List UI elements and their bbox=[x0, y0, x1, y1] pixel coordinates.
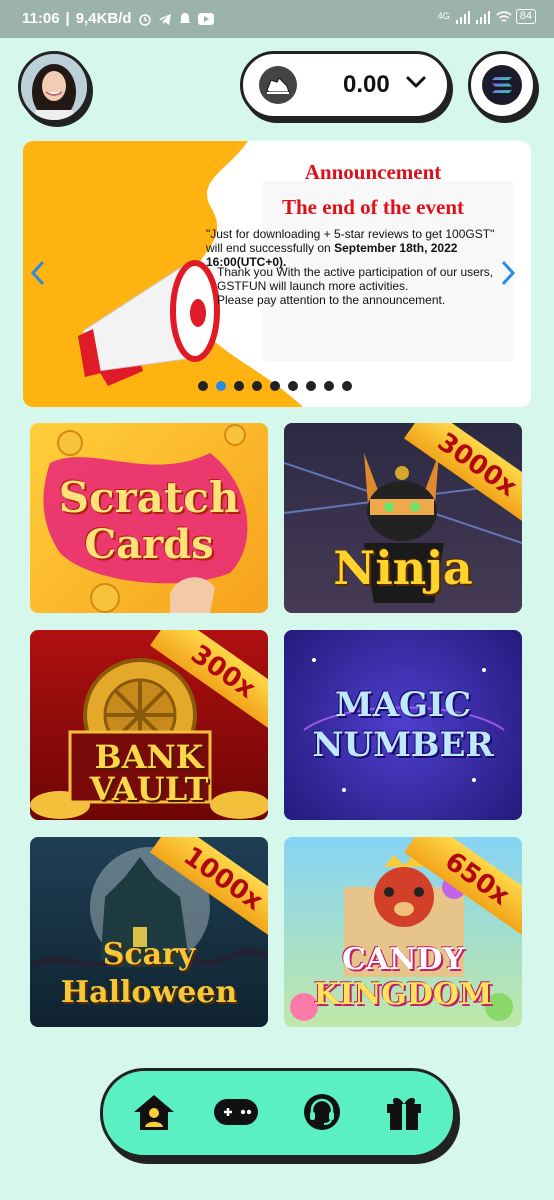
notification-icon bbox=[178, 12, 192, 26]
network-button[interactable] bbox=[468, 51, 536, 119]
home-user-icon bbox=[134, 1095, 174, 1130]
chevron-right-icon bbox=[501, 260, 516, 286]
status-speed: 9,4KB/d bbox=[75, 10, 132, 27]
game-title-line1: MAGIC bbox=[334, 685, 472, 725]
banner-paragraph-2: Thank you With the active participation … bbox=[217, 265, 494, 307]
chevron-down-icon bbox=[405, 74, 427, 95]
banner-title: Announcement bbox=[304, 160, 442, 184]
game-title-line2: VAULT bbox=[89, 770, 209, 808]
pagination-dot[interactable] bbox=[342, 381, 352, 391]
headset-icon bbox=[304, 1094, 340, 1130]
avatar-portrait bbox=[21, 54, 87, 120]
youtube-icon bbox=[197, 12, 214, 26]
pagination-dot[interactable] bbox=[198, 381, 208, 391]
banner-next-arrow[interactable] bbox=[499, 259, 517, 295]
game-card-scary-halloween[interactable]: Scary Halloween 1000x bbox=[30, 837, 268, 1027]
game-title-line2: Cards bbox=[84, 521, 214, 568]
shoe-token-icon bbox=[259, 66, 297, 104]
pagination-dot[interactable] bbox=[252, 381, 262, 391]
banner-paragraph-1: "Just for downloading + 5-star reviews t… bbox=[206, 227, 495, 269]
banner-prev-arrow[interactable] bbox=[29, 259, 47, 295]
solana-icon bbox=[482, 65, 522, 105]
game-card-scratch-cards[interactable]: Scratch Cards bbox=[30, 423, 268, 613]
game-title-line1: Scratch bbox=[58, 473, 240, 522]
nav-rewards-button[interactable] bbox=[379, 1087, 429, 1137]
balance-selector[interactable]: 0.00 bbox=[240, 51, 450, 119]
alarm-icon bbox=[138, 12, 152, 26]
gift-icon bbox=[387, 1097, 421, 1130]
signal-icon-2 bbox=[475, 10, 490, 24]
balance-amount: 0.00 bbox=[343, 71, 390, 98]
telegram-icon bbox=[158, 12, 172, 26]
pagination-dot[interactable] bbox=[288, 381, 298, 391]
game-card-ninja[interactable]: Ninja 3000x bbox=[284, 423, 522, 613]
battery-indicator: 84 bbox=[515, 9, 536, 24]
game-title-line1: CANDY bbox=[341, 942, 464, 977]
announcement-banner[interactable]: Announcement The end of the event "Just … bbox=[23, 141, 531, 407]
pagination-dot[interactable] bbox=[306, 381, 316, 391]
nav-support-button[interactable] bbox=[297, 1087, 347, 1137]
game-title-line1: Ninja bbox=[333, 541, 473, 595]
status-bar: 11:06 | 9,4KB/d 4G 84 bbox=[0, 0, 554, 38]
pagination-dot[interactable] bbox=[324, 381, 334, 391]
game-card-bank-vault[interactable]: BANK VAULT 300x bbox=[30, 630, 268, 820]
game-card-magic-number[interactable]: MAGIC NUMBER bbox=[284, 630, 522, 820]
banner-pagination bbox=[198, 381, 352, 391]
wifi-icon bbox=[496, 10, 512, 24]
nav-home-button[interactable] bbox=[129, 1087, 179, 1137]
gamepad-icon bbox=[214, 1099, 258, 1125]
game-title-line2: KINGDOM bbox=[313, 977, 493, 1012]
network-type: 4G bbox=[437, 11, 450, 21]
game-title-line2: NUMBER bbox=[312, 725, 494, 765]
pagination-dot[interactable] bbox=[270, 381, 280, 391]
banner-subtitle: The end of the event bbox=[282, 195, 464, 219]
game-title-line1: Scary bbox=[102, 937, 196, 972]
nav-games-button[interactable] bbox=[211, 1087, 261, 1137]
signal-icon bbox=[455, 10, 470, 24]
bottom-navigation bbox=[100, 1068, 456, 1158]
game-card-candy-kingdom[interactable]: CANDY KINGDOM 650x bbox=[284, 837, 522, 1027]
status-time: 11:06 bbox=[22, 10, 60, 27]
pagination-dot[interactable] bbox=[234, 381, 244, 391]
user-avatar[interactable] bbox=[18, 51, 90, 123]
game-title-line2: Halloween bbox=[60, 975, 238, 1010]
pagination-dot-active[interactable] bbox=[216, 381, 226, 391]
chevron-left-icon bbox=[30, 260, 45, 286]
